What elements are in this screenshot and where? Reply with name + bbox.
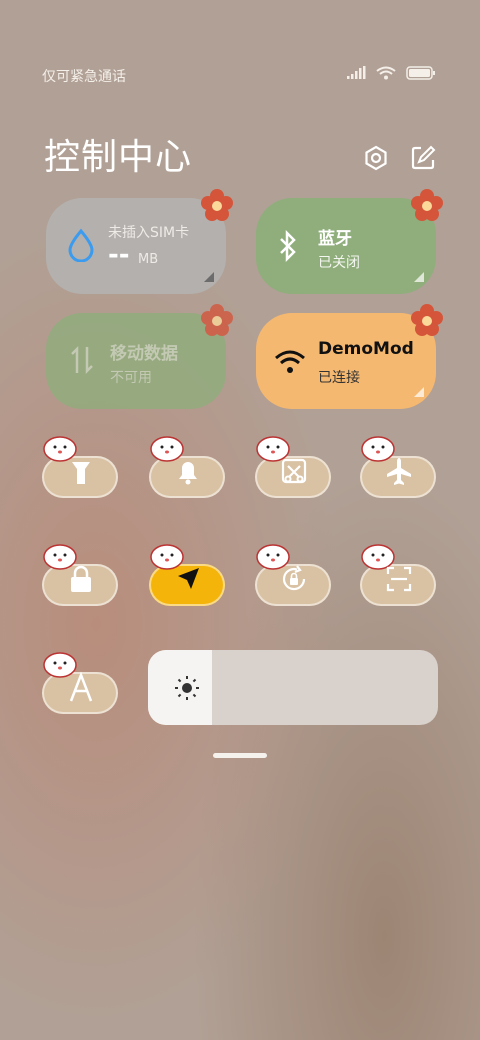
signal-icon: [347, 66, 366, 79]
sim-card-tile[interactable]: 未插入SIM卡 -- MB: [46, 189, 233, 294]
bluetooth-icon: [280, 230, 296, 262]
mobile-data-status: 不可用: [110, 370, 152, 386]
wifi-status-icon: [376, 66, 396, 80]
expand-corner[interactable]: [414, 387, 424, 397]
expand-corner[interactable]: [204, 272, 214, 282]
flower-icon: [201, 304, 233, 336]
mobile-data-label: 移动数据: [110, 344, 178, 364]
bluetooth-tile[interactable]: 蓝牙 已关闭: [256, 189, 443, 294]
flashlight-icon: [72, 462, 90, 484]
flower-icon: [411, 304, 443, 336]
flashlight-toggle[interactable]: [42, 432, 120, 498]
status-icons: [346, 66, 436, 80]
edit-icon[interactable]: [410, 145, 436, 171]
sound-toggle[interactable]: [149, 432, 227, 498]
lock-toggle[interactable]: [42, 540, 120, 606]
airplane-mode-toggle[interactable]: [360, 432, 438, 498]
data-usage-unit: MB: [138, 252, 159, 267]
bluetooth-label: 蓝牙: [318, 229, 352, 249]
screenshot-toggle[interactable]: [255, 432, 333, 498]
mobile-data-icon: [71, 345, 93, 375]
scan-icon: [386, 566, 412, 592]
wifi-icon: [275, 350, 305, 373]
font-size-toggle[interactable]: [42, 648, 120, 714]
rotation-lock-icon: [282, 565, 306, 591]
flower-icon: [201, 189, 233, 221]
brightness-icon: [175, 676, 199, 700]
settings-icon[interactable]: [363, 145, 389, 171]
airplane-icon: [387, 458, 411, 485]
font-icon: [69, 671, 93, 702]
bell-icon: [179, 462, 197, 485]
brightness-slider[interactable]: [148, 650, 438, 725]
location-toggle[interactable]: [149, 540, 227, 606]
data-usage-value: --: [108, 240, 130, 270]
flower-icon: [411, 189, 443, 221]
battery-icon: [406, 66, 435, 80]
page-title: 控制中心: [44, 137, 193, 178]
water-drop-icon: [68, 228, 94, 262]
wifi-network-name: DemoMod: [318, 339, 414, 359]
screenshot-icon: [281, 458, 307, 484]
expand-corner[interactable]: [414, 272, 424, 282]
location-icon: [178, 568, 199, 589]
wifi-tile[interactable]: DemoMod 已连接: [256, 304, 443, 409]
rotation-lock-toggle[interactable]: [255, 540, 333, 606]
sim-label: 未插入SIM卡: [108, 225, 190, 241]
drag-handle[interactable]: [213, 753, 267, 758]
lock-icon: [71, 565, 91, 592]
wifi-status: 已连接: [318, 370, 360, 386]
mobile-data-tile[interactable]: 移动数据 不可用: [46, 304, 233, 409]
scan-toggle[interactable]: [360, 540, 438, 606]
status-text: 仅可紧急通话: [42, 69, 126, 85]
bluetooth-status: 已关闭: [318, 255, 360, 271]
